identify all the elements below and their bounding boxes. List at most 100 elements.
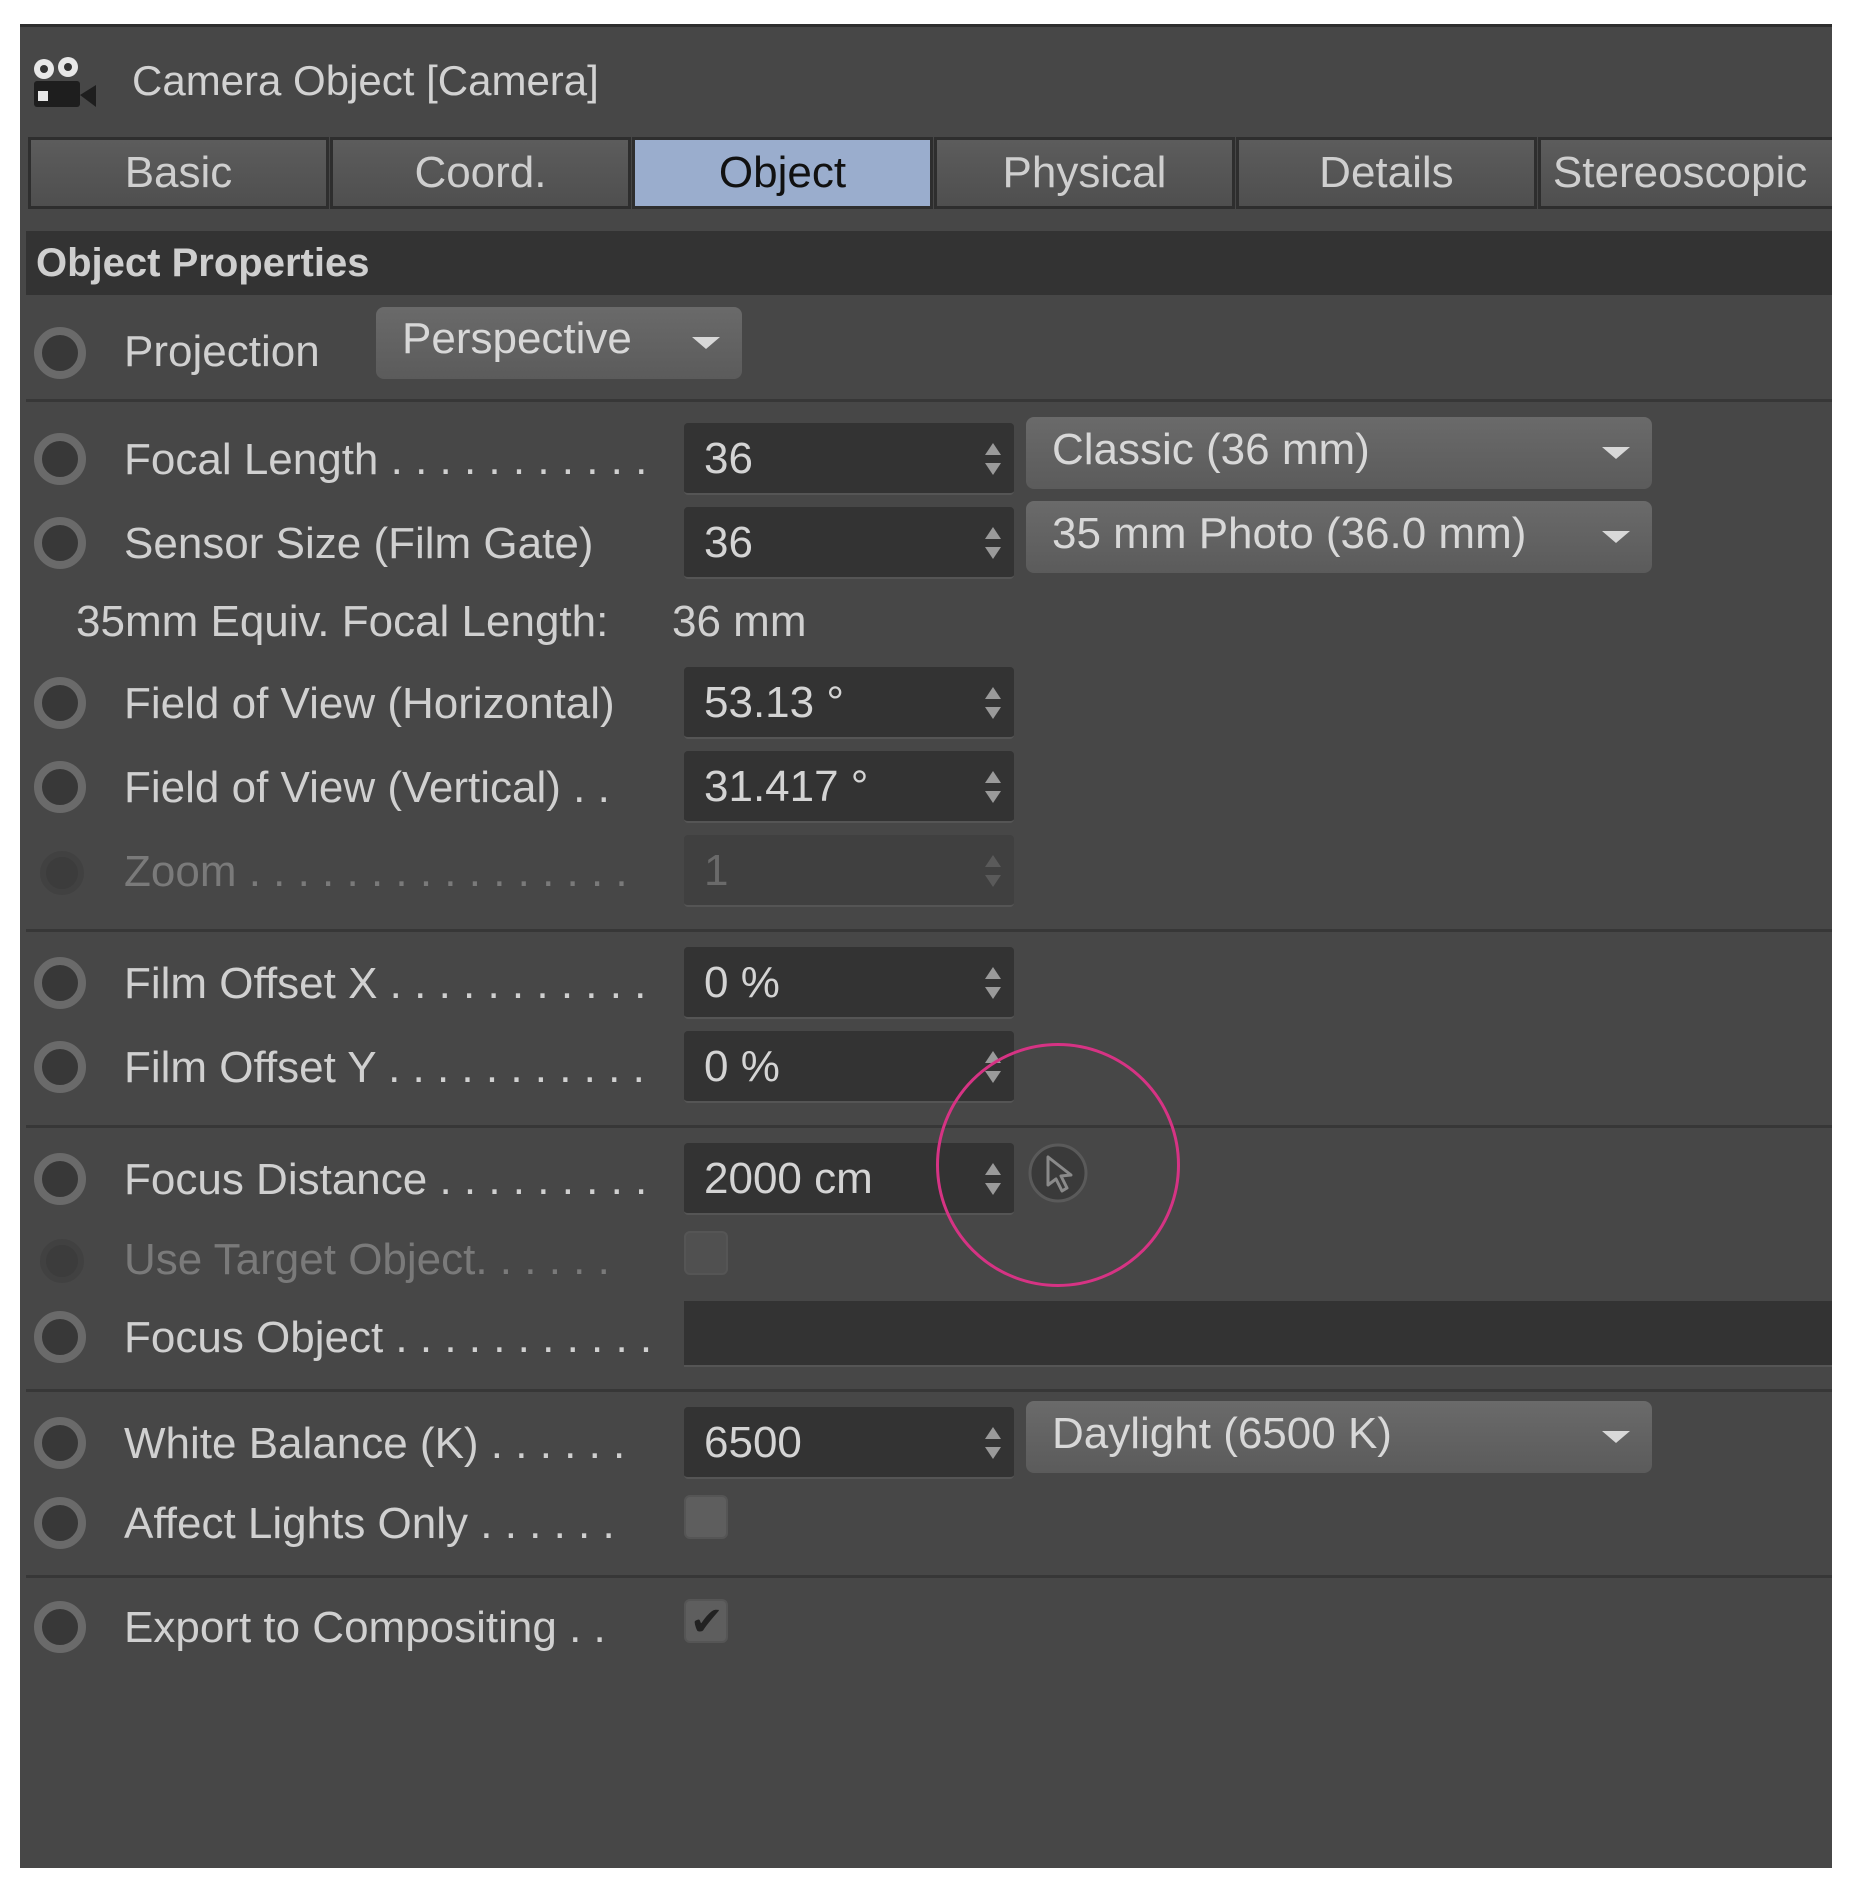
animate-radio[interactable] [34,677,86,729]
separator [26,1575,1832,1578]
tab-object[interactable]: Object [631,137,933,209]
stepper-arrows-icon [985,855,1001,887]
use-target-label: Use Target Object. . . . . . [124,1235,610,1284]
separator [26,929,1832,932]
focus-object-row: Focus Object . . . . . . . . . . . [20,1301,1832,1377]
focus-object-label: Focus Object . . . . . . . . . . . [124,1313,653,1362]
zoom-input: 1 [684,835,1014,907]
focal-length-preset-dropdown[interactable]: Classic (36 mm) [1026,417,1652,489]
tab-stereoscopic[interactable]: Stereoscopic [1537,137,1832,209]
projection-dropdown[interactable]: Perspective [376,307,742,379]
chevron-down-icon [1602,1431,1630,1443]
fov-vertical-label: Field of View (Vertical) . . [124,763,610,812]
animate-radio[interactable] [34,1601,86,1653]
white-balance-preset-value: Daylight (6500 K) [1052,1409,1392,1458]
affect-lights-checkbox[interactable] [684,1495,728,1539]
use-target-checkbox [684,1231,728,1275]
chevron-down-icon [1602,531,1630,543]
stepper-arrows-icon[interactable] [982,441,1004,477]
focal-length-preset-value: Classic (36 mm) [1052,425,1370,474]
fov-horizontal-value: 53.13 ° [704,678,844,727]
animate-radio[interactable] [34,327,86,379]
film-offset-y-value: 0 % [704,1042,780,1091]
equiv-focal-value: 36 mm [672,597,807,646]
animate-radio[interactable] [34,1417,86,1469]
fov-vertical-value: 31.417 ° [704,762,869,811]
animate-radio[interactable] [34,761,86,813]
animate-radio [40,851,84,895]
separator [26,1125,1832,1128]
projection-row: Projection Perspective [20,307,1832,393]
stepper-arrows-icon[interactable] [982,965,1004,1001]
sensor-size-row: Sensor Size (Film Gate) 36 35 mm Photo (… [20,501,1832,583]
export-compositing-label: Export to Compositing . . [124,1603,606,1652]
equiv-focal-row: 35mm Equiv. Focal Length: 36 mm [20,589,1832,665]
film-offset-x-row: Film Offset X . . . . . . . . . . . 0 % [20,947,1832,1023]
window-title: Camera Object [Camera] [132,57,599,104]
focus-distance-label: Focus Distance . . . . . . . . . [124,1155,648,1204]
tab-physical[interactable]: Physical [933,137,1235,209]
export-compositing-row: Export to Compositing . . ✔ [20,1591,1832,1667]
attribute-manager-panel: Camera Object [Camera] Basic Coord. Obje… [20,24,1832,1868]
zoom-label: Zoom . . . . . . . . . . . . . . . . [124,847,628,896]
animate-radio[interactable] [34,1311,86,1363]
stepper-arrows-icon[interactable] [982,1425,1004,1461]
tab-coord[interactable]: Coord. [329,137,631,209]
fov-vertical-input[interactable]: 31.417 ° [684,751,1014,823]
use-target-row: Use Target Object. . . . . . [20,1223,1832,1299]
white-balance-label: White Balance (K) . . . . . . [124,1419,626,1468]
stepper-arrows-icon[interactable] [982,525,1004,561]
projection-label: Projection [124,327,320,376]
white-balance-preset-dropdown[interactable]: Daylight (6500 K) [1026,1401,1652,1473]
tab-basic[interactable]: Basic [28,137,329,209]
animate-radio[interactable] [34,1041,86,1093]
focal-length-row: Focal Length . . . . . . . . . . . 36 Cl… [20,417,1832,499]
focal-length-value: 36 [704,434,753,483]
focus-object-link-field[interactable] [684,1301,1832,1367]
export-compositing-checkbox[interactable]: ✔ [684,1599,728,1644]
focus-distance-row: Focus Distance . . . . . . . . . 2000 cm [20,1143,1832,1219]
sensor-size-label: Sensor Size (Film Gate) [124,519,594,568]
film-offset-x-label: Film Offset X . . . . . . . . . . . [124,959,647,1008]
separator [26,399,1832,402]
animate-radio[interactable] [34,1153,86,1205]
focal-length-label: Focal Length . . . . . . . . . . . [124,435,648,484]
sensor-size-preset-dropdown[interactable]: 35 mm Photo (36.0 mm) [1026,501,1652,573]
film-offset-x-input[interactable]: 0 % [684,947,1014,1019]
animate-radio [40,1239,84,1283]
white-balance-row: White Balance (K) . . . . . . 6500 Dayli… [20,1401,1832,1483]
film-offset-y-label: Film Offset Y . . . . . . . . . . . [124,1043,645,1092]
animate-radio[interactable] [34,1497,86,1549]
fov-horizontal-row: Field of View (Horizontal) 53.13 ° [20,667,1832,743]
sensor-size-value: 36 [704,518,753,567]
white-balance-input[interactable]: 6500 [684,1407,1014,1479]
separator [26,1389,1832,1392]
film-offset-x-value: 0 % [704,958,780,1007]
zoom-value: 1 [704,846,729,895]
affect-lights-row: Affect Lights Only . . . . . . [20,1487,1832,1563]
animate-radio[interactable] [34,433,86,485]
stepper-arrows-icon[interactable] [982,685,1004,721]
equiv-focal-label: 35mm Equiv. Focal Length: [76,597,609,646]
sensor-size-preset-value: 35 mm Photo (36.0 mm) [1052,509,1527,558]
stepper-arrows-icon[interactable] [982,769,1004,805]
projection-value: Perspective [402,314,632,363]
tab-details[interactable]: Details [1235,137,1537,209]
zoom-row: Zoom . . . . . . . . . . . . . . . . 1 [20,835,1832,911]
fov-horizontal-label: Field of View (Horizontal) [124,679,615,728]
focal-length-input[interactable]: 36 [684,423,1014,495]
checkmark-icon: ✔ [690,1600,724,1644]
animate-radio[interactable] [34,517,86,569]
affect-lights-label: Affect Lights Only . . . . . . [124,1499,615,1548]
film-offset-y-row: Film Offset Y . . . . . . . . . . . 0 % [20,1031,1832,1107]
section-title: Object Properties [26,231,1832,295]
tab-bar: Basic Coord. Object Physical Details Ste… [28,137,1832,209]
white-balance-value: 6500 [704,1418,802,1467]
sensor-size-input[interactable]: 36 [684,507,1014,579]
fov-vertical-row: Field of View (Vertical) . . 31.417 ° [20,751,1832,827]
title-bar: Camera Object [Camera] [20,27,1832,137]
animate-radio[interactable] [34,957,86,1009]
highlight-annotation-circle [936,1043,1180,1287]
chevron-down-icon [692,337,720,349]
fov-horizontal-input[interactable]: 53.13 ° [684,667,1014,739]
